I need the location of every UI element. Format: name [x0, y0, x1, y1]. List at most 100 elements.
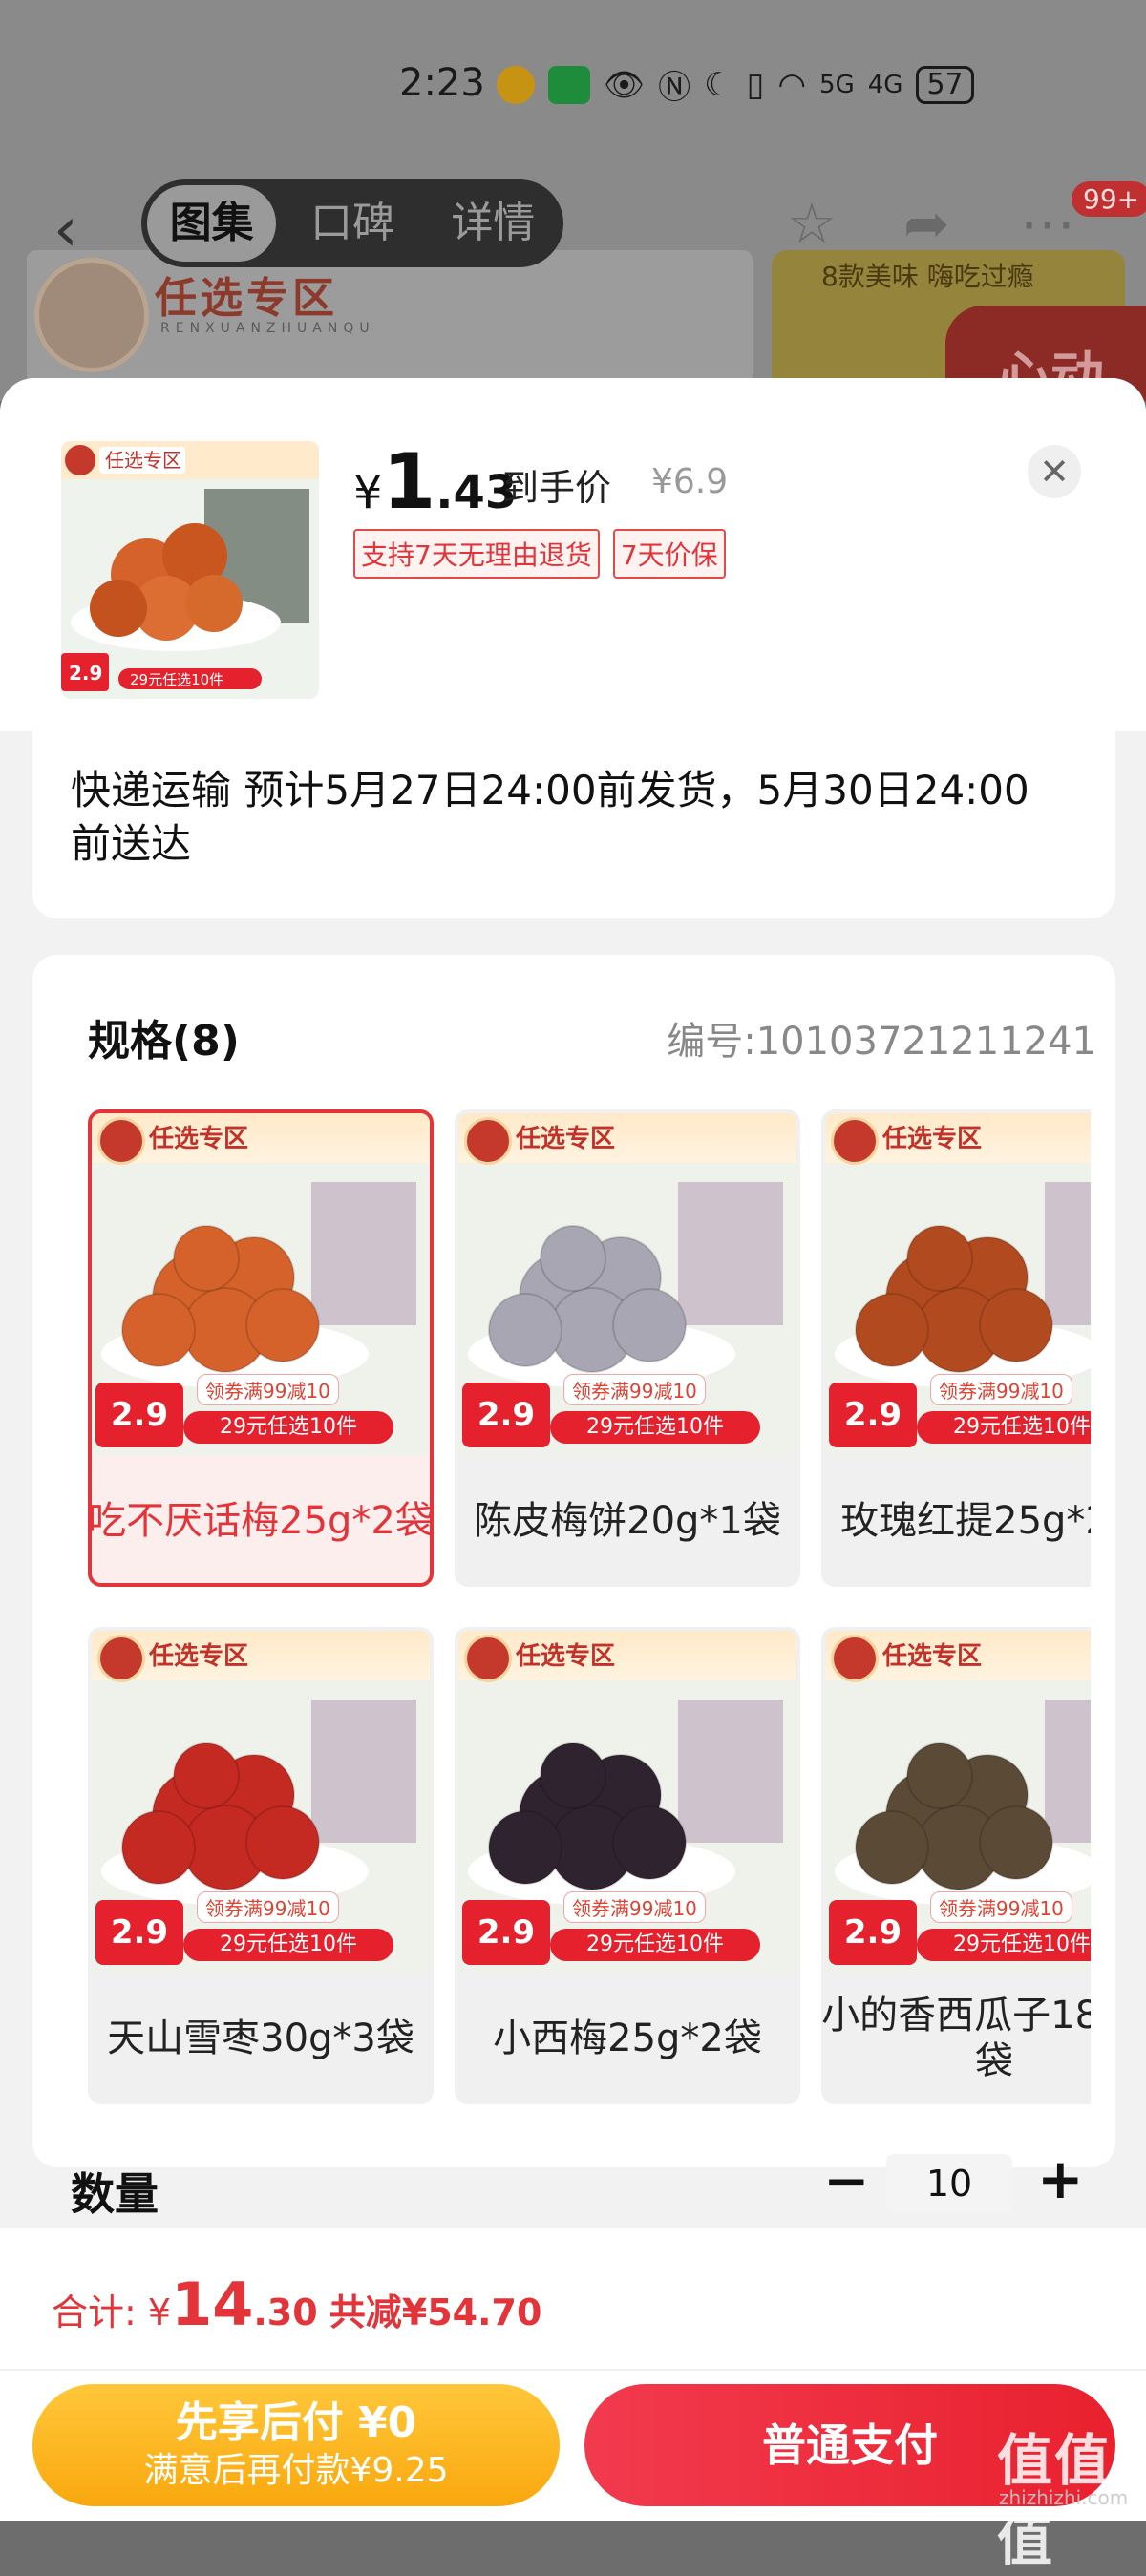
- total-integer: 14: [171, 2270, 254, 2339]
- zone-header: 任选专区: [458, 1113, 796, 1165]
- weibo-icon: [497, 65, 535, 104]
- gallery-tab-switch: 图集 口碑 详情: [141, 179, 563, 267]
- final-price-label: 到手价: [502, 467, 612, 509]
- total-currency: ¥: [147, 2291, 172, 2333]
- brand-logo: [97, 1117, 145, 1165]
- product-summary: 任选专区 2.9 29元任选10件 ¥1.43 到手价 ¥6.9 支持7天无理由…: [0, 378, 1146, 731]
- brand-logo: [831, 1117, 879, 1165]
- spec-title: 规格(8): [88, 1017, 240, 1066]
- spec-option-image: 任选专区 2.9 领券满99减10 29元任选10件: [92, 1631, 430, 1973]
- brand-logo: [464, 1635, 512, 1682]
- moon-icon: ☾: [704, 65, 733, 104]
- spec-option-card[interactable]: 任选专区 2.9 领券满99减10 29元任选10件玫瑰红提25g*2袋: [821, 1109, 1091, 1587]
- close-icon[interactable]: ✕: [1028, 445, 1081, 498]
- promo-price-badge: 2.9: [96, 1383, 183, 1447]
- brand-logo: [831, 1635, 879, 1682]
- thumb-zone-label: 任选专区: [105, 449, 181, 472]
- brand-logo: [34, 258, 149, 372]
- coupon-label: 领券满99减10: [930, 1374, 1072, 1405]
- back-arrow-icon[interactable]: ‹: [53, 195, 78, 265]
- battery-icon: 57: [916, 65, 974, 104]
- spec-option-card[interactable]: 任选专区 2.9 领券满99减10 29元任选10件小的香西瓜子18g*2袋: [821, 1627, 1091, 2104]
- star-icon[interactable]: ☆: [787, 191, 837, 256]
- product-photo: [468, 1700, 783, 1906]
- quantity-label: 数量: [71, 2168, 159, 2220]
- footer-divider: [0, 2369, 1146, 2371]
- coupon-label: 领券满99减10: [563, 1891, 706, 1923]
- background-promo-text: 8款美味 嗨吃过瘾: [821, 261, 1034, 292]
- pay-later-title: 先享后付 ¥0: [175, 2398, 417, 2447]
- spec-option-name: 玫瑰红提25g*2袋: [840, 1499, 1091, 1543]
- nfc-icon: Ⓝ: [658, 69, 691, 107]
- tab-reviews[interactable]: 口碑: [287, 185, 416, 262]
- deal-label: 29元任选10件: [917, 1411, 1091, 1444]
- product-thumbnail[interactable]: 任选专区 2.9 29元任选10件: [61, 441, 319, 699]
- spec-option-name: 小的香西瓜子18g*2袋: [821, 1994, 1091, 2083]
- spec-option-card[interactable]: 任选专区 2.9 领券满99减10 29元任选10件 小西梅25g*2袋: [455, 1627, 800, 2104]
- eye-icon: 👁: [604, 65, 646, 104]
- tab-details[interactable]: 详情: [429, 185, 558, 262]
- product-photo: [468, 1182, 783, 1388]
- original-price: ¥6.9: [651, 462, 729, 501]
- promo-strip: 2.9 领券满99减10 29元任选10件: [92, 1885, 430, 1965]
- spec-option-name: 天山雪枣30g*3袋: [107, 2016, 414, 2060]
- spec-option-image: 任选专区 2.9 领券满99减10 29元任选10件: [825, 1113, 1091, 1455]
- tag-return-policy: 支持7天无理由退货: [353, 529, 600, 579]
- price-integer: 1: [382, 437, 436, 526]
- deal-label: 29元任选10件: [183, 1411, 393, 1444]
- total-summary: 合计: ¥14.30 共减¥54.70: [52, 2270, 541, 2339]
- final-price: ¥1.43: [353, 437, 517, 526]
- spec-panel: 规格(8) 编号:10103721211241 任选专区 2.9 领券满99减10 2…: [32, 955, 1115, 2167]
- deal-label: 29元任选10件: [183, 1929, 393, 1961]
- coupon-label: 领券满99减10: [563, 1374, 706, 1405]
- status-icons: 👁 Ⓝ ☾ ▯ ◠ 5G 4G 57: [497, 61, 974, 108]
- coupon-label: 领券满99减10: [930, 1891, 1072, 1923]
- spec-option-card[interactable]: 任选专区 2.9 领券满99减10 29元任选10件吃不厌话梅25g*2袋: [88, 1109, 434, 1587]
- decrease-quantity-button[interactable]: −: [823, 2148, 870, 2213]
- zone-label: 任选专区: [149, 1125, 249, 1153]
- product-photo: [835, 1700, 1091, 1906]
- watermark-sub: zhizhizhi.com: [999, 2486, 1129, 2509]
- zone-header: 任选专区: [92, 1631, 430, 1682]
- spec-option-card[interactable]: 任选专区 2.9 领券满99减10 29元任选10件天山雪枣30g*3袋: [88, 1627, 434, 2104]
- total-discount: 共减¥54.70: [329, 2291, 542, 2333]
- brand-logo: [464, 1117, 512, 1165]
- zone-header: 任选专区: [92, 1113, 430, 1165]
- signal-5g: 5G: [819, 70, 855, 99]
- quantity-input[interactable]: 10: [886, 2154, 1012, 2213]
- spec-option-card[interactable]: 任选专区 2.9 领券满99减10 29元任选10件 陈皮梅饼20g*1袋: [455, 1109, 800, 1587]
- spec-grid: 任选专区 2.9 领券满99减10 29元任选10件 吃不厌话梅25g*2袋 任选专区 2.…: [88, 1109, 1091, 2122]
- spec-selection-sheet: 任选专区 2.9 29元任选10件 ¥1.43 到手价 ¥6.9 支持7天无理由…: [0, 378, 1146, 2521]
- promo-price-badge: 2.9: [96, 1900, 183, 1965]
- background-zone-title: 任选专区: [155, 274, 338, 323]
- zone-label: 任选专区: [882, 1642, 983, 1671]
- zone-header: 任选专区: [825, 1113, 1091, 1165]
- zone-label: 任选专区: [882, 1125, 983, 1153]
- zone-label: 任选专区: [516, 1642, 616, 1671]
- product-photo: [101, 1182, 416, 1388]
- promo-strip: 2.9 领券满99减10 29元任选10件: [825, 1885, 1091, 1965]
- background-zone-subtitle: RENXUANZHUANQU: [160, 321, 375, 336]
- pay-later-subtitle: 满意后再付款¥9.25: [143, 2451, 449, 2490]
- pay-later-button[interactable]: 先享后付 ¥0 满意后再付款¥9.25: [32, 2384, 560, 2506]
- price-currency: ¥: [353, 466, 383, 519]
- promo-price-badge: 2.9: [462, 1900, 550, 1965]
- more-icon[interactable]: ⋯: [1020, 191, 1075, 256]
- promo-strip: 2.9 领券满99减10 29元任选10件: [92, 1367, 430, 1447]
- zone-header: 任选专区: [458, 1631, 796, 1682]
- promo-price-badge: 2.9: [829, 1900, 917, 1965]
- vibrate-icon: ▯: [746, 65, 765, 104]
- wifi-icon: ◠: [777, 65, 807, 104]
- product-photo: [101, 1700, 416, 1906]
- product-photo: [835, 1182, 1091, 1388]
- total-decimal: .30: [253, 2291, 318, 2333]
- share-icon[interactable]: ➦: [903, 191, 950, 256]
- thumb-price-badge: 2.9: [69, 662, 102, 685]
- promo-price-badge: 2.9: [462, 1383, 550, 1447]
- spec-option-image: 任选专区 2.9 领券满99减10 29元任选10件: [458, 1113, 796, 1455]
- spec-option-name: 吃不厌话梅25g*2袋: [88, 1499, 434, 1543]
- wechat-icon: [548, 65, 590, 104]
- service-tags: 支持7天无理由退货 7天价保: [353, 529, 726, 579]
- tab-gallery[interactable]: 图集: [147, 185, 277, 262]
- increase-quantity-button[interactable]: +: [1037, 2146, 1084, 2211]
